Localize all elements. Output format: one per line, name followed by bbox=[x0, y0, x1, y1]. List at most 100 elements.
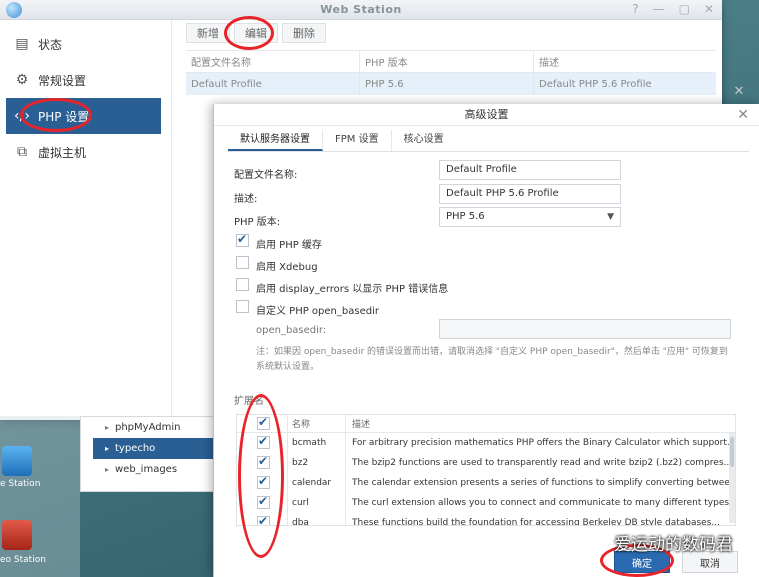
web-station-icon bbox=[2, 446, 32, 476]
open-basedir-input[interactable] bbox=[439, 319, 731, 339]
open-basedir-note: 注：如果因 open_basedir 的错误设置而出错，请取消选择 "自定义 P… bbox=[256, 347, 728, 372]
checkbox-label: 自定义 PHP open_basedir bbox=[256, 306, 379, 317]
dialog-title-bar: 高级设置 ✕ bbox=[214, 104, 759, 126]
edit-button[interactable]: 编辑 bbox=[234, 23, 278, 43]
wechat-icon bbox=[588, 535, 610, 553]
folder-item-web-images[interactable]: ▸ web_images bbox=[81, 459, 213, 480]
extensions-scrollbar[interactable] bbox=[729, 433, 735, 523]
sidebar-item-label: 状态 bbox=[38, 37, 63, 52]
extension-checkbox[interactable] bbox=[257, 514, 270, 525]
dialog-title: 高级设置 bbox=[464, 108, 509, 121]
extension-name: calendar bbox=[287, 473, 345, 493]
table-row[interactable]: bcmath For arbitrary precision mathemati… bbox=[237, 433, 735, 453]
extension-checkbox[interactable] bbox=[257, 474, 270, 489]
close-icon[interactable]: ✕ bbox=[704, 2, 714, 16]
vhost-icon: ⧉ bbox=[17, 144, 27, 160]
web-station-shortcut[interactable]: e Station bbox=[0, 446, 80, 489]
folder-label: web_images bbox=[115, 464, 178, 475]
custom-open-basedir-checkbox[interactable] bbox=[236, 300, 249, 313]
column-header[interactable]: 名称 bbox=[287, 415, 345, 432]
table-row[interactable]: curl The curl extension allows you to co… bbox=[237, 493, 735, 513]
select-all-checkbox[interactable] bbox=[257, 415, 270, 430]
extension-description: The bzip2 functions are used to transpar… bbox=[345, 453, 735, 473]
video-station-shortcut[interactable]: eo Station bbox=[0, 520, 80, 565]
table-header: 配置文件名称 PHP 版本 描述 bbox=[186, 51, 716, 73]
sidebar-item-virtual-host[interactable]: ⧉ 虚拟主机 bbox=[6, 134, 161, 170]
sidebar-item-php-settings[interactable]: ‹/› PHP 设置 bbox=[6, 98, 161, 134]
tab-fpm[interactable]: FPM 设置 bbox=[323, 130, 392, 151]
extension-checkbox[interactable] bbox=[257, 494, 270, 509]
column-header[interactable]: PHP 版本 bbox=[359, 51, 533, 72]
table-header: 名称 描述 bbox=[237, 415, 735, 433]
tab-core[interactable]: 核心设置 bbox=[392, 130, 456, 151]
open-basedir-label: open_basedir: bbox=[256, 325, 327, 336]
sidebar-item-status[interactable]: ▤ 状态 bbox=[6, 26, 161, 62]
advanced-settings-dialog: 高级设置 ✕ 默认服务器设置 FPM 设置 核心设置 配置文件名称: Defau… bbox=[213, 104, 759, 577]
desktop-app-label: eo Station bbox=[0, 555, 46, 565]
extension-description: The curl extension allows you to connect… bbox=[345, 493, 735, 513]
extension-checkbox[interactable] bbox=[257, 434, 270, 449]
description-field[interactable]: Default PHP 5.6 Profile bbox=[439, 184, 621, 204]
extension-description: The calendar extension presents a series… bbox=[345, 473, 735, 493]
table-row[interactable]: bz2 The bzip2 functions are used to tran… bbox=[237, 453, 735, 473]
column-header[interactable]: 描述 bbox=[345, 415, 735, 432]
extension-name: curl bbox=[287, 493, 345, 513]
checkbox-label: 启用 PHP 缓存 bbox=[256, 240, 322, 251]
php-version-cell: PHP 5.6 bbox=[359, 73, 533, 95]
chevron-right-icon: ▸ bbox=[105, 444, 110, 453]
enable-xdebug-checkbox[interactable] bbox=[236, 256, 249, 269]
column-header[interactable]: 配置文件名称 bbox=[186, 54, 359, 69]
folder-tree: ▸ phpMyAdmin ▸ typecho ▸ web_images bbox=[80, 416, 214, 492]
sidebar-item-general[interactable]: ⚙ 常规设置 bbox=[6, 62, 161, 98]
profile-table: 配置文件名称 PHP 版本 描述 Default Profile PHP 5.6… bbox=[186, 50, 716, 95]
extension-description: For arbitrary precision mathematics PHP … bbox=[345, 433, 735, 453]
folder-label: phpMyAdmin bbox=[115, 422, 181, 433]
description-label: 描述: bbox=[234, 194, 258, 205]
extension-name: bcmath bbox=[287, 433, 345, 453]
tab-default-server[interactable]: 默认服务器设置 bbox=[228, 130, 323, 151]
help-icon[interactable]: ? bbox=[632, 2, 638, 16]
checkbox-label: 启用 Xdebug bbox=[256, 262, 318, 273]
toolbar: 新增 编辑 删除 bbox=[180, 20, 722, 46]
window-title: Web Station bbox=[320, 3, 402, 16]
extension-name: bz2 bbox=[287, 453, 345, 473]
extension-checkbox[interactable] bbox=[257, 454, 270, 469]
php-version-value: PHP 5.6 bbox=[446, 211, 485, 222]
php-version-label: PHP 版本: bbox=[234, 217, 281, 228]
table-row[interactable]: calendar The calendar extension presents… bbox=[237, 473, 735, 493]
status-icon: ▤ bbox=[15, 36, 29, 52]
chevron-right-icon: ▸ bbox=[105, 465, 110, 474]
video-station-icon bbox=[2, 520, 32, 550]
title-bar[interactable]: Web Station ? — ▢ ✕ bbox=[0, 0, 722, 20]
checkbox-label: 启用 display_errors 以显示 PHP 错误信息 bbox=[256, 284, 449, 295]
sidebar-item-label: 常规设置 bbox=[38, 73, 87, 88]
folder-label: typecho bbox=[115, 443, 156, 454]
description-cell: Default PHP 5.6 Profile bbox=[533, 73, 716, 95]
watermark: 爱运动的数码君 bbox=[588, 530, 733, 555]
create-button[interactable]: 新增 bbox=[186, 23, 230, 43]
code-icon: ‹/› bbox=[14, 108, 30, 124]
sidebar-item-label: 虚拟主机 bbox=[38, 145, 87, 160]
php-version-select[interactable]: PHP 5.6 ▼ bbox=[439, 207, 621, 227]
sidebar: ▤ 状态 ⚙ 常规设置 ‹/› PHP 设置 ⧉ 虚拟主机 bbox=[0, 20, 172, 420]
delete-button[interactable]: 删除 bbox=[282, 23, 326, 43]
minimize-icon[interactable]: — bbox=[653, 2, 665, 16]
maximize-icon[interactable]: ▢ bbox=[679, 2, 690, 16]
desktop-app-label: e Station bbox=[0, 479, 41, 489]
gear-icon: ⚙ bbox=[15, 72, 29, 88]
profile-name-cell: Default Profile bbox=[191, 78, 262, 90]
display-errors-checkbox[interactable] bbox=[236, 278, 249, 291]
table-row[interactable]: Default Profile PHP 5.6 Default PHP 5.6 … bbox=[186, 73, 716, 95]
sidebar-item-label: PHP 设置 bbox=[38, 109, 90, 124]
table-row[interactable]: dba These functions build the foundation… bbox=[237, 513, 735, 525]
background-dialog-close-icon[interactable]: ✕ bbox=[729, 84, 749, 100]
close-icon[interactable]: ✕ bbox=[737, 104, 749, 126]
folder-item-phpmyadmin[interactable]: ▸ phpMyAdmin bbox=[81, 417, 213, 438]
folder-item-typecho[interactable]: ▸ typecho bbox=[93, 438, 213, 459]
extension-name: dba bbox=[287, 513, 345, 525]
column-header[interactable]: 描述 bbox=[533, 51, 716, 72]
profile-name-field[interactable]: Default Profile bbox=[439, 160, 621, 180]
extensions-table: 名称 描述 bcmath For arbitrary precision mat… bbox=[236, 414, 736, 526]
profile-name-label: 配置文件名称: bbox=[234, 170, 298, 181]
enable-php-cache-checkbox[interactable] bbox=[236, 232, 249, 247]
